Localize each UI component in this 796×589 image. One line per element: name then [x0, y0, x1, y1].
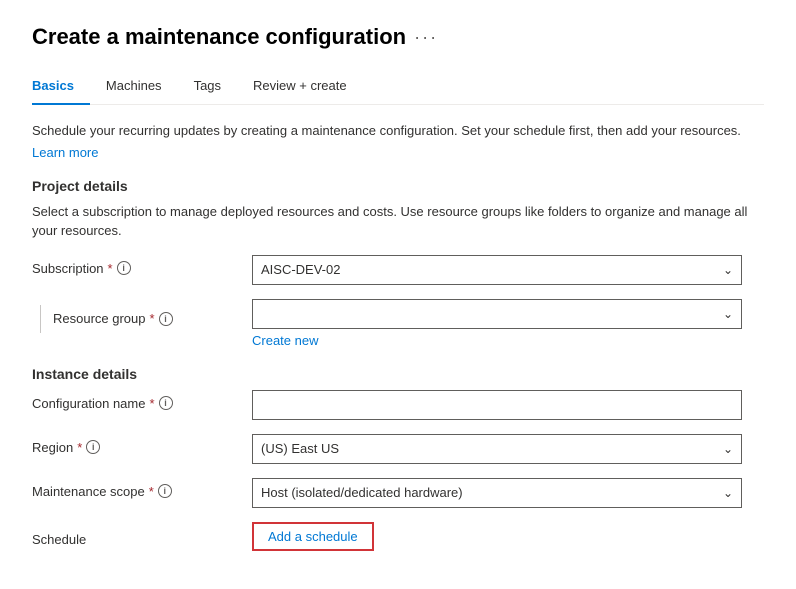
region-row: Region * i (US) East US ⌄	[32, 434, 764, 464]
subscription-dropdown[interactable]: AISC-DEV-02 ⌄	[252, 255, 742, 285]
maintenance-scope-row: Maintenance scope * i Host (isolated/ded…	[32, 478, 764, 508]
configuration-name-info-icon[interactable]: i	[159, 396, 173, 410]
basics-description: Schedule your recurring updates by creat…	[32, 121, 764, 141]
region-label: Region	[32, 440, 73, 455]
resource-group-label-col: Resource group * i	[32, 299, 252, 333]
project-details-description: Select a subscription to manage deployed…	[32, 202, 764, 241]
tab-basics[interactable]: Basics	[32, 70, 90, 105]
page-title-row: Create a maintenance configuration ···	[32, 24, 764, 50]
configuration-name-required-star: *	[149, 396, 154, 411]
resource-group-dropdown-arrow: ⌄	[723, 307, 733, 321]
maintenance-scope-required-star: *	[149, 484, 154, 499]
configuration-name-label-col: Configuration name * i	[32, 390, 252, 411]
more-options-icon[interactable]: ···	[414, 27, 438, 48]
learn-more-link[interactable]: Learn more	[32, 145, 98, 160]
tab-machines[interactable]: Machines	[106, 70, 178, 105]
resource-group-dropdown[interactable]: ⌄	[252, 299, 742, 329]
indent-line	[40, 305, 41, 333]
tab-nav: Basics Machines Tags Review + create	[32, 70, 764, 105]
resource-group-control-col: ⌄ Create new	[252, 299, 764, 348]
maintenance-scope-info-icon[interactable]: i	[158, 484, 172, 498]
maintenance-scope-label-col: Maintenance scope * i	[32, 478, 252, 499]
subscription-required-star: *	[108, 261, 113, 276]
region-info-icon[interactable]: i	[86, 440, 100, 454]
maintenance-scope-label: Maintenance scope	[32, 484, 145, 499]
resource-group-row: Resource group * i ⌄ Create new	[32, 299, 764, 348]
region-label-col: Region * i	[32, 434, 252, 455]
page-title: Create a maintenance configuration	[32, 24, 406, 50]
maintenance-scope-control-col: Host (isolated/dedicated hardware) ⌄	[252, 478, 764, 508]
schedule-label-col: Schedule	[32, 526, 252, 547]
configuration-name-label: Configuration name	[32, 396, 145, 411]
subscription-label: Subscription	[32, 261, 104, 276]
region-dropdown-arrow: ⌄	[723, 442, 733, 456]
instance-details-title: Instance details	[32, 366, 764, 382]
region-control-col: (US) East US ⌄	[252, 434, 764, 464]
maintenance-scope-value: Host (isolated/dedicated hardware)	[261, 485, 723, 500]
configuration-name-control-col	[252, 390, 764, 420]
subscription-dropdown-arrow: ⌄	[723, 263, 733, 277]
schedule-row: Schedule Add a schedule	[32, 522, 764, 551]
region-dropdown[interactable]: (US) East US ⌄	[252, 434, 742, 464]
subscription-label-col: Subscription * i	[32, 255, 252, 276]
schedule-control-col: Add a schedule	[252, 522, 764, 551]
resource-group-label: Resource group	[53, 311, 146, 326]
tab-review-create[interactable]: Review + create	[253, 70, 363, 105]
configuration-name-row: Configuration name * i	[32, 390, 764, 420]
configuration-name-input[interactable]	[252, 390, 742, 420]
region-required-star: *	[77, 440, 82, 455]
schedule-label: Schedule	[32, 532, 86, 547]
create-new-link[interactable]: Create new	[252, 333, 764, 348]
subscription-value: AISC-DEV-02	[261, 262, 723, 277]
subscription-control-col: AISC-DEV-02 ⌄	[252, 255, 764, 285]
maintenance-scope-dropdown-arrow: ⌄	[723, 486, 733, 500]
region-value: (US) East US	[261, 441, 723, 456]
resource-group-required-star: *	[150, 311, 155, 326]
maintenance-scope-dropdown[interactable]: Host (isolated/dedicated hardware) ⌄	[252, 478, 742, 508]
add-schedule-button[interactable]: Add a schedule	[252, 522, 374, 551]
subscription-info-icon[interactable]: i	[117, 261, 131, 275]
resource-group-info-icon[interactable]: i	[159, 312, 173, 326]
subscription-row: Subscription * i AISC-DEV-02 ⌄	[32, 255, 764, 285]
tab-tags[interactable]: Tags	[194, 70, 237, 105]
project-details-title: Project details	[32, 178, 764, 194]
